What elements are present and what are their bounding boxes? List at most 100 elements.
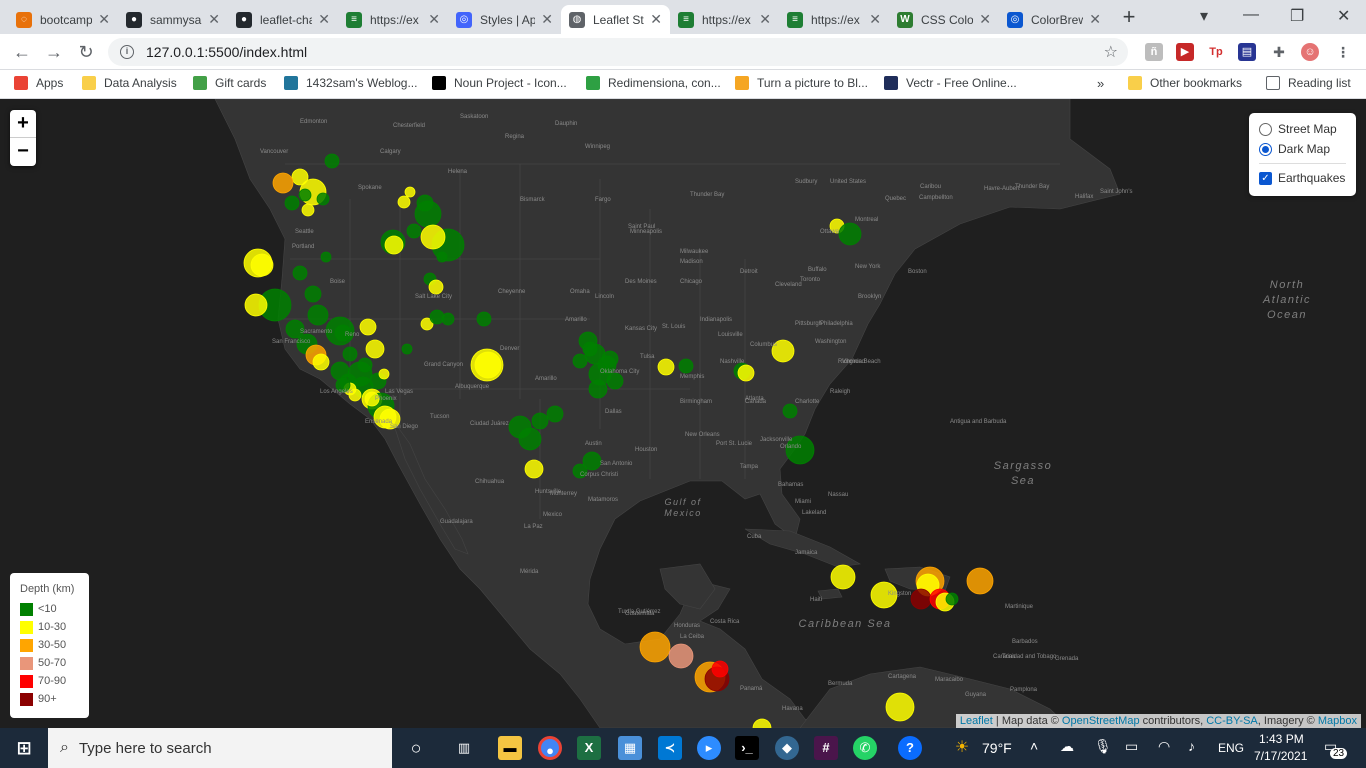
earthquake-marker[interactable]: [365, 339, 385, 359]
extension-icon[interactable]: ñ: [1145, 43, 1163, 61]
earthquake-marker[interactable]: [524, 459, 544, 479]
earthquake-marker[interactable]: [428, 279, 444, 295]
tray-chevron-icon[interactable]: ˄: [1030, 738, 1038, 754]
osm-link[interactable]: OpenStreetMap: [1062, 715, 1140, 727]
bookmark-item[interactable]: Data Analysis: [82, 76, 177, 90]
reading-list-button[interactable]: Reading list: [1266, 76, 1351, 90]
street-map-radio[interactable]: [1259, 122, 1272, 136]
close-tab-icon[interactable]: ✕: [759, 11, 771, 28]
new-tab-button[interactable]: +: [1119, 4, 1139, 30]
windows-start-icon[interactable]: ⊞: [12, 736, 36, 760]
earthquake-marker[interactable]: [320, 251, 332, 263]
extension-icon[interactable]: ▤: [1238, 43, 1256, 61]
clock-date[interactable]: 7/17/2021: [1254, 749, 1307, 763]
earthquake-marker[interactable]: [588, 379, 608, 399]
earthquake-marker[interactable]: [436, 251, 448, 263]
minimize-button[interactable]: —: [1243, 6, 1259, 24]
earthquake-marker[interactable]: [601, 350, 619, 368]
bookmark-item[interactable]: Vectr - Free Online...: [884, 76, 1017, 90]
earthquake-marker[interactable]: [782, 403, 798, 419]
bookmark-item[interactable]: Apps: [14, 76, 63, 90]
earthquake-marker[interactable]: [312, 353, 330, 371]
excel-icon[interactable]: X: [577, 736, 601, 760]
wifi-icon[interactable]: ◠: [1158, 738, 1170, 755]
postgres-icon[interactable]: ◆: [775, 736, 799, 760]
base-layer-street[interactable]: Street Map: [1259, 119, 1346, 139]
close-tab-icon[interactable]: ✕: [428, 11, 440, 28]
language-indicator[interactable]: ENG: [1218, 741, 1244, 755]
other-bookmarks-folder[interactable]: Other bookmarks: [1128, 76, 1242, 90]
address-bar[interactable]: i 127.0.0.1:5500/index.html ☆: [108, 38, 1128, 66]
cortana-icon[interactable]: ○: [404, 736, 428, 760]
license-link[interactable]: CC-BY-SA: [1206, 715, 1258, 727]
earthquake-marker[interactable]: [406, 223, 422, 239]
earthquake-marker[interactable]: [531, 412, 549, 430]
close-tab-icon[interactable]: ✕: [650, 11, 662, 28]
earthquake-marker[interactable]: [378, 368, 390, 380]
weather-temp[interactable]: 79°F: [982, 740, 1012, 756]
battery-icon[interactable]: ▭: [1125, 738, 1138, 755]
earthquake-marker[interactable]: [885, 692, 915, 722]
tab-7[interactable]: ≡ https://ex ✕: [779, 5, 889, 34]
chrome-icon[interactable]: ●: [538, 736, 562, 760]
bookmark-item[interactable]: Gift cards: [193, 76, 266, 90]
earthquake-marker[interactable]: [441, 312, 455, 326]
earthquake-marker[interactable]: [272, 172, 294, 194]
earthquake-marker[interactable]: [316, 192, 330, 206]
earthquake-marker[interactable]: [298, 188, 312, 202]
file-explorer-icon[interactable]: ▬: [498, 736, 522, 760]
earthquake-marker[interactable]: [606, 372, 624, 390]
close-tab-icon[interactable]: ✕: [98, 11, 110, 28]
forward-button[interactable]: →: [42, 40, 66, 64]
slack-icon[interactable]: #: [814, 736, 838, 760]
bookmark-item[interactable]: 1432sam's Weblog...: [284, 76, 417, 90]
taskbar-search-box[interactable]: ⌕ Type here to search: [48, 728, 392, 768]
whatsapp-icon[interactable]: ✆: [853, 736, 877, 760]
tab-9[interactable]: ◎ ColorBrewer ✕: [999, 5, 1109, 34]
extensions-puzzle-icon[interactable]: ✚: [1270, 43, 1288, 61]
microphone-icon[interactable]: 🎙: [1094, 738, 1112, 755]
earthquake-marker[interactable]: [397, 195, 411, 209]
base-layer-dark[interactable]: Dark Map: [1259, 139, 1346, 159]
earthquake-marker[interactable]: [668, 643, 694, 669]
earthquake-marker[interactable]: [429, 309, 445, 325]
earthquake-marker[interactable]: [639, 631, 671, 663]
tab-6[interactable]: ≡ https://ex ✕: [670, 5, 779, 34]
earthquake-marker[interactable]: [342, 346, 358, 362]
earthquake-marker[interactable]: [657, 358, 675, 376]
earthquake-marker[interactable]: [414, 200, 442, 228]
tab-8[interactable]: W CSS Colors ✕: [889, 5, 999, 34]
earthquake-marker[interactable]: [830, 564, 856, 590]
earthquake-marker[interactable]: [582, 341, 598, 357]
address-url[interactable]: 127.0.0.1:5500/index.html: [146, 44, 1104, 60]
app-icon[interactable]: ▦: [618, 736, 642, 760]
task-view-icon[interactable]: ▥: [452, 736, 476, 760]
bookmark-item[interactable]: Turn a picture to Bl...: [735, 76, 868, 90]
earthquake-marker[interactable]: [518, 427, 542, 451]
earthquake-marker[interactable]: [678, 358, 694, 374]
volume-icon[interactable]: ♪: [1188, 738, 1195, 754]
earthquake-marker[interactable]: [474, 351, 502, 379]
close-tab-icon[interactable]: ✕: [208, 11, 220, 28]
dark-map-radio[interactable]: [1259, 142, 1272, 156]
close-tab-icon[interactable]: ✕: [869, 11, 881, 28]
profile-avatar[interactable]: ☺: [1301, 43, 1319, 61]
earthquake-marker[interactable]: [546, 405, 564, 423]
overlay-earthquakes[interactable]: ✓ Earthquakes: [1259, 168, 1346, 188]
extension-icon[interactable]: ▶: [1176, 43, 1194, 61]
tab-0[interactable]: ◌ bootcamp ✕: [8, 5, 118, 34]
vscode-icon[interactable]: ≺: [658, 736, 682, 760]
earthquake-marker[interactable]: [910, 588, 932, 610]
earthquake-marker[interactable]: [711, 660, 729, 678]
earthquake-marker[interactable]: [476, 311, 492, 327]
bookmark-item[interactable]: Redimensiona, con...: [586, 76, 721, 90]
weather-icon[interactable]: ☀: [950, 736, 974, 760]
reload-button[interactable]: ↻: [74, 40, 98, 64]
earthquake-marker[interactable]: [572, 353, 588, 369]
earthquake-marker[interactable]: [384, 235, 404, 255]
earthquake-marker[interactable]: [304, 285, 322, 303]
clock-time[interactable]: 1:43 PM: [1259, 732, 1304, 746]
tab-3[interactable]: ≡ https://ex ✕: [338, 5, 448, 34]
earthquake-marker[interactable]: [284, 195, 300, 211]
close-tab-icon[interactable]: ✕: [318, 11, 330, 28]
